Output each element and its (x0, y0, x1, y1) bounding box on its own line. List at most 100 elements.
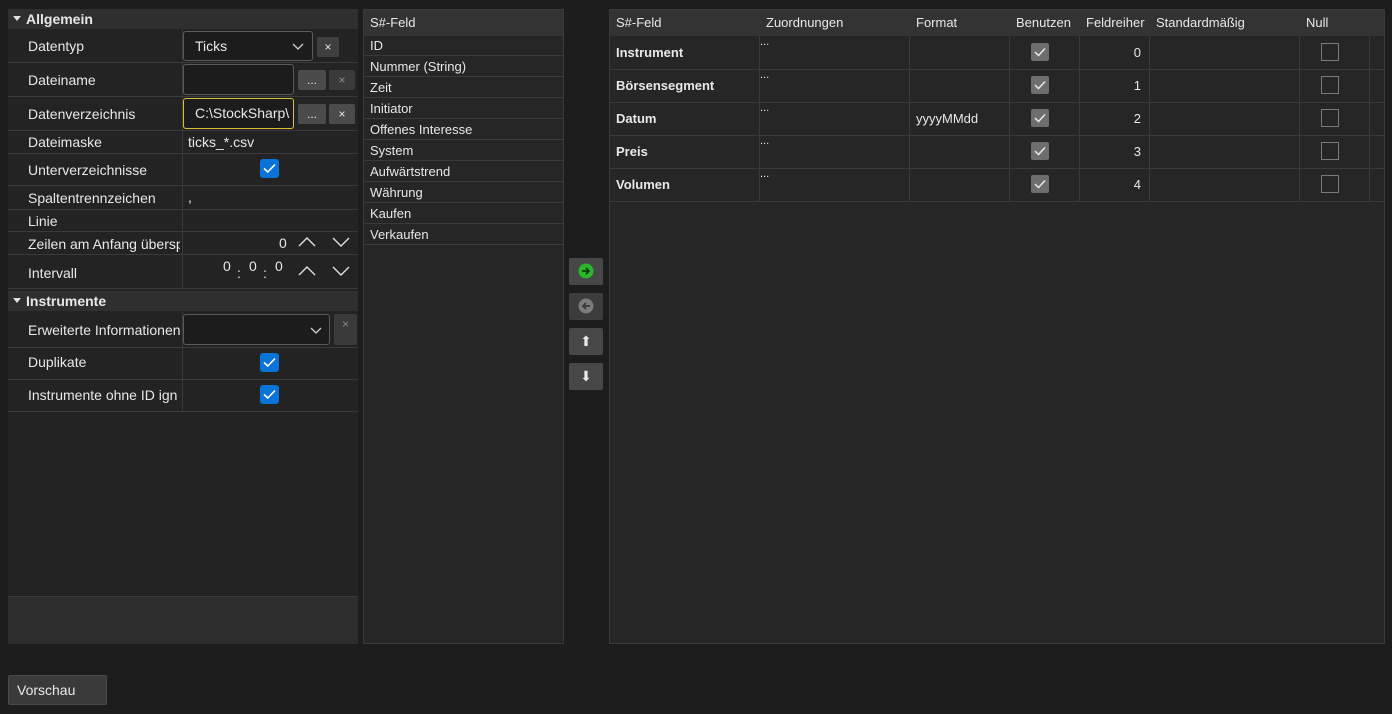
column-header-field[interactable]: S#-Feld (616, 10, 662, 36)
row-mapping[interactable]: ... (760, 168, 769, 180)
row-use-checkbox[interactable] (1031, 43, 1049, 61)
duplicates-checkbox[interactable] (260, 353, 279, 372)
move-down-button[interactable]: ⬇ (569, 363, 603, 390)
checkmark-icon (263, 389, 276, 400)
browse-file-button[interactable]: ... (298, 70, 326, 90)
row-order[interactable]: 2 (1134, 111, 1141, 126)
table-row[interactable]: Instrument ... 0 (610, 36, 1384, 70)
list-item[interactable]: Initiator (364, 99, 563, 119)
interval-seconds[interactable]: 0 (275, 258, 283, 274)
row-null-checkbox[interactable] (1321, 43, 1339, 61)
row-order[interactable]: 1 (1134, 78, 1141, 93)
move-up-button[interactable]: ⬆ (569, 328, 603, 355)
checkmark-icon (1034, 80, 1046, 90)
row-null-checkbox[interactable] (1321, 109, 1339, 127)
column-header-use[interactable]: Benutzen (1016, 10, 1071, 36)
category-general-label: Allgemein (26, 11, 93, 27)
file-mask-label: Dateimaske (28, 134, 102, 150)
list-item[interactable]: Verkaufen (364, 225, 563, 245)
row-file-name: Dateiname ... × (8, 63, 358, 97)
list-item[interactable]: Nummer (String) (364, 57, 563, 77)
interval-minutes[interactable]: 0 (249, 258, 257, 274)
row-directory: Datenverzeichnis C:\StockSharp\ ... × (8, 97, 358, 131)
row-order[interactable]: 4 (1134, 177, 1141, 192)
property-description-area (8, 596, 358, 644)
file-mask-value[interactable]: ticks_*.csv (188, 134, 254, 150)
table-row[interactable]: Volumen ... 4 (610, 168, 1384, 202)
list-item[interactable]: System (364, 141, 563, 161)
row-format[interactable]: yyyyMMdd (916, 111, 978, 126)
row-use-checkbox[interactable] (1031, 175, 1049, 193)
row-mapping[interactable]: ... (760, 135, 769, 147)
directory-input[interactable]: C:\StockSharp\ (183, 98, 294, 129)
interval-hours[interactable]: 0 (223, 258, 231, 274)
increment-up-icon[interactable] (298, 265, 316, 277)
column-header-default[interactable]: Standardmäßig (1156, 10, 1245, 36)
collapse-triangle-icon[interactable] (13, 16, 21, 21)
list-item[interactable]: Zeit (364, 78, 563, 98)
list-item[interactable]: Kaufen (364, 204, 563, 224)
column-header-mappings[interactable]: Zuordnungen (766, 10, 843, 36)
collapse-triangle-icon[interactable] (13, 298, 21, 303)
ignore-no-id-label: Instrumente ohne ID ign (28, 387, 178, 403)
category-general[interactable]: Allgemein (8, 9, 358, 29)
duplicates-label: Duplikate (28, 354, 87, 370)
row-field-name: Börsensegment (616, 78, 715, 93)
table-row[interactable]: Preis ... 3 (610, 135, 1384, 169)
category-instruments-label: Instrumente (26, 293, 107, 309)
row-order[interactable]: 3 (1134, 144, 1141, 159)
interval-label: Intervall (28, 265, 78, 281)
column-header-null[interactable]: Null (1306, 10, 1328, 36)
interval-colon-1: : (237, 265, 241, 281)
clear-file-button[interactable]: × (329, 70, 355, 90)
add-field-button[interactable] (569, 258, 603, 285)
separator-value[interactable]: , (188, 189, 192, 205)
list-item[interactable]: ID (364, 36, 563, 56)
column-header-format[interactable]: Format (916, 10, 957, 36)
row-mapping[interactable]: ... (760, 36, 769, 48)
row-interval: Intervall 0 : 0 : 0 (8, 255, 358, 289)
row-field-name: Preis (616, 144, 648, 159)
file-name-input[interactable] (183, 64, 294, 95)
decrement-down-icon[interactable] (332, 265, 350, 277)
row-use-checkbox[interactable] (1031, 109, 1049, 127)
table-header: S#-Feld Zuordnungen Format Benutzen Feld… (610, 10, 1384, 36)
row-null-checkbox[interactable] (1321, 76, 1339, 94)
row-ignore-no-id: Instrumente ohne ID ign (8, 380, 358, 412)
list-item[interactable]: Währung (364, 183, 563, 203)
row-order[interactable]: 0 (1134, 45, 1141, 60)
column-header-order[interactable]: Feldreiher (1086, 10, 1145, 36)
table-row[interactable]: Datum ... yyyyMMdd 2 (610, 102, 1384, 136)
decrement-down-icon[interactable] (332, 236, 350, 248)
increment-up-icon[interactable] (298, 236, 316, 248)
clear-data-type-button[interactable]: × (317, 37, 339, 57)
row-mapping[interactable]: ... (760, 69, 769, 81)
clear-directory-button[interactable]: × (329, 104, 355, 124)
row-subdirectories: Unterverzeichnisse (8, 154, 358, 186)
clear-ext-info-button[interactable]: × (334, 314, 357, 345)
list-item[interactable]: Offenes Interesse (364, 120, 563, 140)
row-null-checkbox[interactable] (1321, 175, 1339, 193)
data-type-value: Ticks (195, 38, 228, 54)
preview-button[interactable]: Vorschau (8, 675, 107, 705)
row-line: Linie (8, 210, 358, 232)
ignore-no-id-checkbox[interactable] (260, 385, 279, 404)
checkmark-icon (1034, 146, 1046, 156)
subdirs-checkbox[interactable] (260, 159, 279, 178)
row-use-checkbox[interactable] (1031, 142, 1049, 160)
arrow-left-circle-icon (578, 298, 594, 314)
data-type-select[interactable]: Ticks (183, 31, 313, 61)
ext-info-select[interactable] (183, 314, 330, 345)
row-null-checkbox[interactable] (1321, 142, 1339, 160)
remove-field-button[interactable] (569, 293, 603, 320)
row-mapping[interactable]: ... (760, 102, 769, 114)
browse-directory-button[interactable]: ... (298, 104, 326, 124)
skip-lines-label: Zeilen am Anfang übersp (28, 236, 180, 252)
list-item[interactable]: Aufwärtstrend (364, 162, 563, 182)
skip-lines-value[interactable]: 0 (279, 235, 287, 251)
table-row[interactable]: Börsensegment ... 1 (610, 69, 1384, 103)
row-data-type: Datentyp Ticks × (8, 29, 358, 63)
category-instruments[interactable]: Instrumente (8, 291, 358, 311)
row-use-checkbox[interactable] (1031, 76, 1049, 94)
property-grid: Allgemein Datentyp Ticks × Dateiname ...… (8, 9, 358, 644)
